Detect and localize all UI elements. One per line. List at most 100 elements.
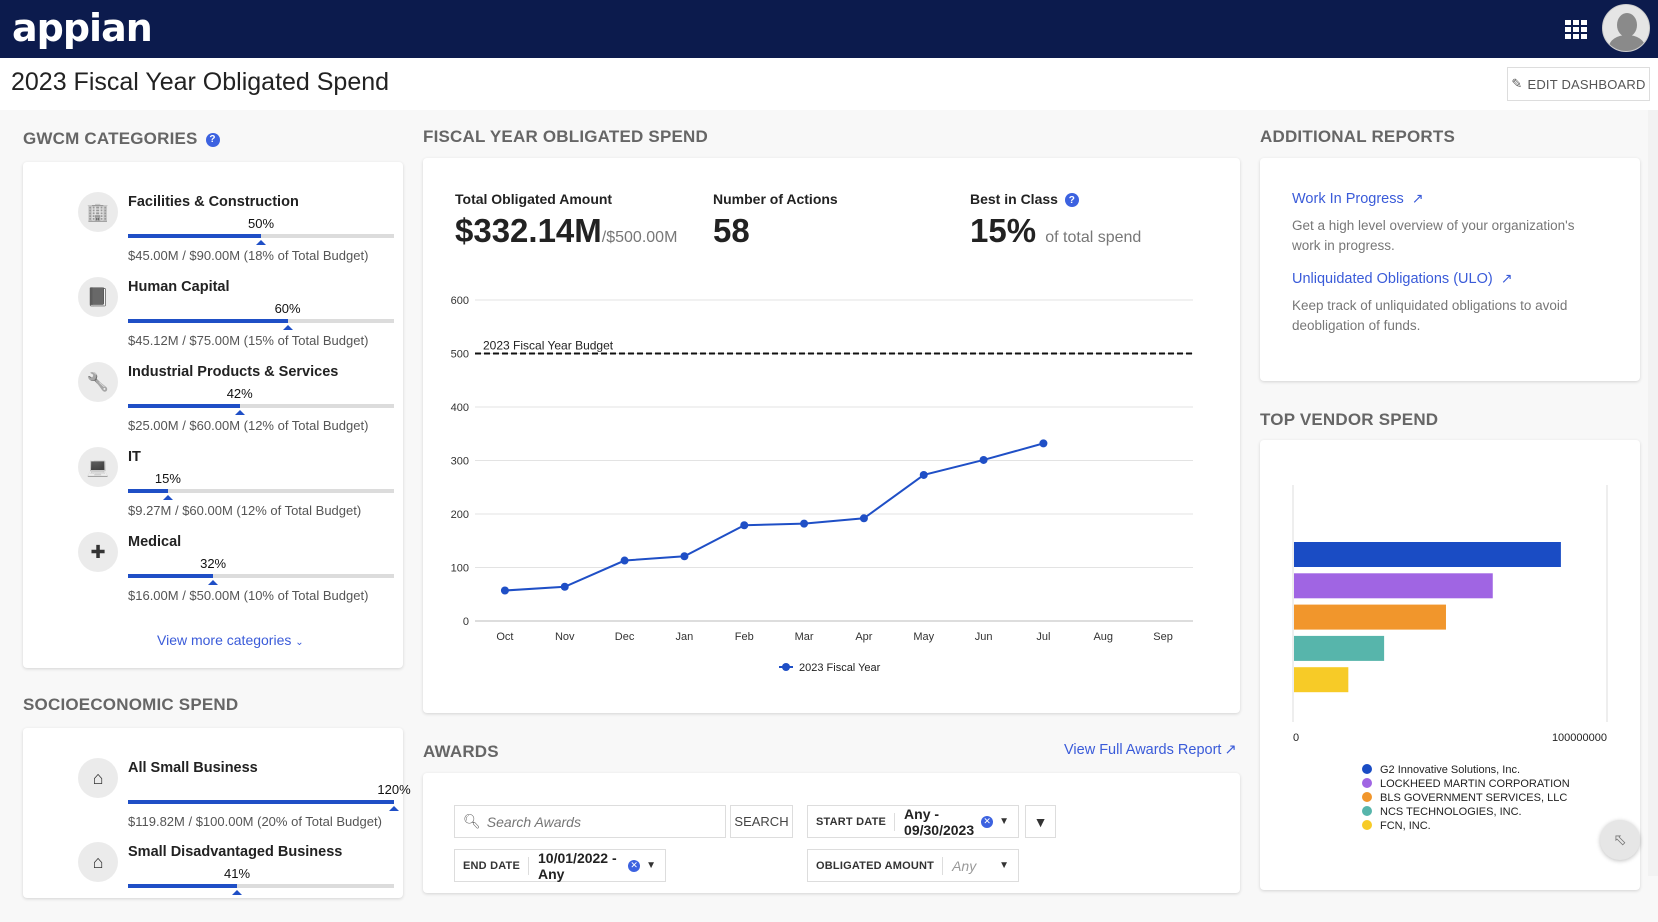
category-percent: 42% <box>226 386 253 401</box>
clear-end-date-icon[interactable]: ✕ <box>628 859 641 872</box>
category-name: Human Capital <box>128 279 230 295</box>
category-percent: 60% <box>274 301 301 316</box>
dropdown-caret-icon[interactable]: ▼ <box>999 860 1009 871</box>
category-progress-fill <box>128 574 214 578</box>
category-item: 📕 Human Capital 60% $45.12M / $75.00M (15% … <box>55 277 395 357</box>
category-percent: 120% <box>377 782 411 797</box>
appian-logo[interactable]: appian <box>12 6 153 50</box>
page-header: 2023 Fiscal Year Obligated Spend ✎ EDIT … <box>0 58 1658 110</box>
category-progress-fill <box>128 489 168 493</box>
laptop-icon: 💻 <box>78 447 118 487</box>
legend-label: FCN, INC. <box>1380 820 1431 832</box>
legend-marker <box>1362 806 1372 816</box>
external-link-icon: ↗ <box>1411 190 1424 206</box>
search-icon: 🔍︎ <box>463 813 481 829</box>
top-nav-bar: appian <box>0 0 1658 58</box>
view-full-awards-report-link[interactable]: View Full Awards Report ↗ <box>1064 742 1237 758</box>
ulo-link[interactable]: Unliquidated Obligations (ULO) ↗ <box>1292 270 1512 287</box>
search-awards-input[interactable]: 🔍︎ <box>454 805 726 838</box>
best-in-class-suffix: of total spend <box>1045 229 1142 246</box>
app-launcher-grid-icon[interactable] <box>1565 20 1587 39</box>
data-point <box>859 514 868 523</box>
data-point <box>500 586 509 595</box>
category-amount: $16.00M / $50.00M (10% of Total Budget) <box>128 588 369 603</box>
y-tick-label: 0 <box>463 616 469 628</box>
vendor-bar <box>1294 604 1446 630</box>
end-date-filter[interactable]: END DATE 10/01/2022 - Any ✕ ▼ <box>454 849 666 882</box>
data-point <box>740 521 749 530</box>
category-progress-bar <box>128 489 394 493</box>
x-tick-label: Feb <box>735 631 754 643</box>
help-icon[interactable]: ? <box>205 132 220 147</box>
total-obligated-label: Total Obligated Amount <box>455 191 613 207</box>
category-name: Small Disadvantaged Business <box>128 844 343 860</box>
category-percent: 15% <box>154 471 181 486</box>
view-more-label: View more categories <box>157 632 292 648</box>
legend-label: LOCKHEED MARTIN CORPORATION <box>1380 778 1570 790</box>
end-date-label: END DATE <box>455 856 530 875</box>
total-obligated-amount: $332.14M <box>455 212 602 249</box>
work-in-progress-link[interactable]: Work In Progress ↗ <box>1292 190 1423 207</box>
search-button[interactable]: SEARCH <box>730 805 793 838</box>
data-point <box>620 556 629 565</box>
filter-menu-button[interactable]: ▼ <box>1025 805 1056 838</box>
progress-marker-icon <box>208 580 219 585</box>
category-amount: $45.12M / $75.00M (15% of Total Budget) <box>128 333 369 348</box>
edit-icon: ✎ <box>1511 76 1523 91</box>
edit-dashboard-button[interactable]: ✎ EDIT DASHBOARD <box>1507 67 1650 101</box>
fiscal-section-title: FISCAL YEAR OBLIGATED SPEND <box>423 127 708 146</box>
category-progress-bar <box>128 234 394 238</box>
dropdown-caret-icon[interactable]: ▼ <box>999 816 1009 827</box>
legend-label: NCS TECHNOLOGIES, INC. <box>1380 806 1522 818</box>
category-name: Medical <box>128 534 182 550</box>
y-tick-label: 600 <box>451 295 469 307</box>
category-amount: $45.00M / $90.00M (18% of Total Budget) <box>128 248 369 263</box>
total-obligated-value: $332.14M/$500.00M <box>455 212 677 250</box>
chevron-down-icon: ⌄ <box>295 637 304 648</box>
cursor-select-icon: ⬁ <box>1613 832 1627 849</box>
x-tick-label: Jan <box>676 631 694 643</box>
x-tick-label: 100000000 <box>1552 732 1607 744</box>
obligated-amount-filter[interactable]: OBLIGATED AMOUNT Any ▼ <box>807 849 1019 882</box>
view-more-categories-link[interactable]: View more categories ⌄ <box>157 632 304 648</box>
page-scrollbar[interactable] <box>1648 110 1658 876</box>
budget-reference-label: 2023 Fiscal Year Budget <box>483 339 614 353</box>
select-tool-button[interactable]: ⬁ <box>1600 820 1640 860</box>
vendor-bar <box>1294 542 1561 567</box>
home-icon: ⌂ <box>78 842 118 882</box>
category-name: IT <box>128 449 141 465</box>
y-tick-label: 500 <box>451 349 469 361</box>
vendor-bar-chart: 0 100000000 G2 Innovative Solutions, Inc. L… <box>1292 485 1608 832</box>
x-tick-label: Aug <box>1093 631 1113 643</box>
avatar-body <box>1609 35 1645 51</box>
category-percent: 32% <box>200 556 227 571</box>
legend-marker <box>1362 778 1372 788</box>
user-avatar[interactable] <box>1602 4 1650 52</box>
best-in-class-percent: 15% <box>970 212 1037 249</box>
clear-start-date-icon[interactable]: ✕ <box>981 815 994 828</box>
category-item: ⌂ All Small Business 120% $119.82M / $100.0… <box>55 758 411 838</box>
series-line <box>504 442 1044 592</box>
category-item: 🔧 Industrial Products & Services 42% $25.00… <box>55 362 395 442</box>
medkit-icon: ✚ <box>78 532 118 572</box>
page-title: 2023 Fiscal Year Obligated Spend <box>11 68 390 96</box>
best-in-class-text: Best in Class <box>970 191 1058 207</box>
category-progress-bar <box>128 404 394 408</box>
y-tick-label: 400 <box>451 402 469 414</box>
category-progress-bar <box>128 574 394 578</box>
ulo-description: Keep track of unliquidated obligations t… <box>1292 298 1568 333</box>
fiscal-line-chart: 0 100 200 300 400 500 600 Oct Nov Dec Jan Feb Mar Apr… <box>451 295 1193 674</box>
legend-marker <box>1362 764 1372 774</box>
category-item: 🏢 Facilities & Construction 50% $45.00M / $… <box>55 192 395 272</box>
data-point <box>1039 439 1048 448</box>
x-tick-label: Apr <box>855 631 872 643</box>
legend-marker <box>1362 792 1372 802</box>
category-percent: 50% <box>247 216 275 231</box>
dropdown-caret-icon[interactable]: ▼ <box>646 860 656 871</box>
vendor-bar <box>1294 667 1349 693</box>
help-icon[interactable]: ? <box>1064 193 1079 208</box>
home-icon: ⌂ <box>78 758 118 798</box>
search-awards-field[interactable] <box>480 813 701 830</box>
filter-icon: ▼ <box>1033 813 1048 830</box>
start-date-filter[interactable]: START DATE Any - 09/30/2023 ✕ ▼ <box>807 805 1019 838</box>
